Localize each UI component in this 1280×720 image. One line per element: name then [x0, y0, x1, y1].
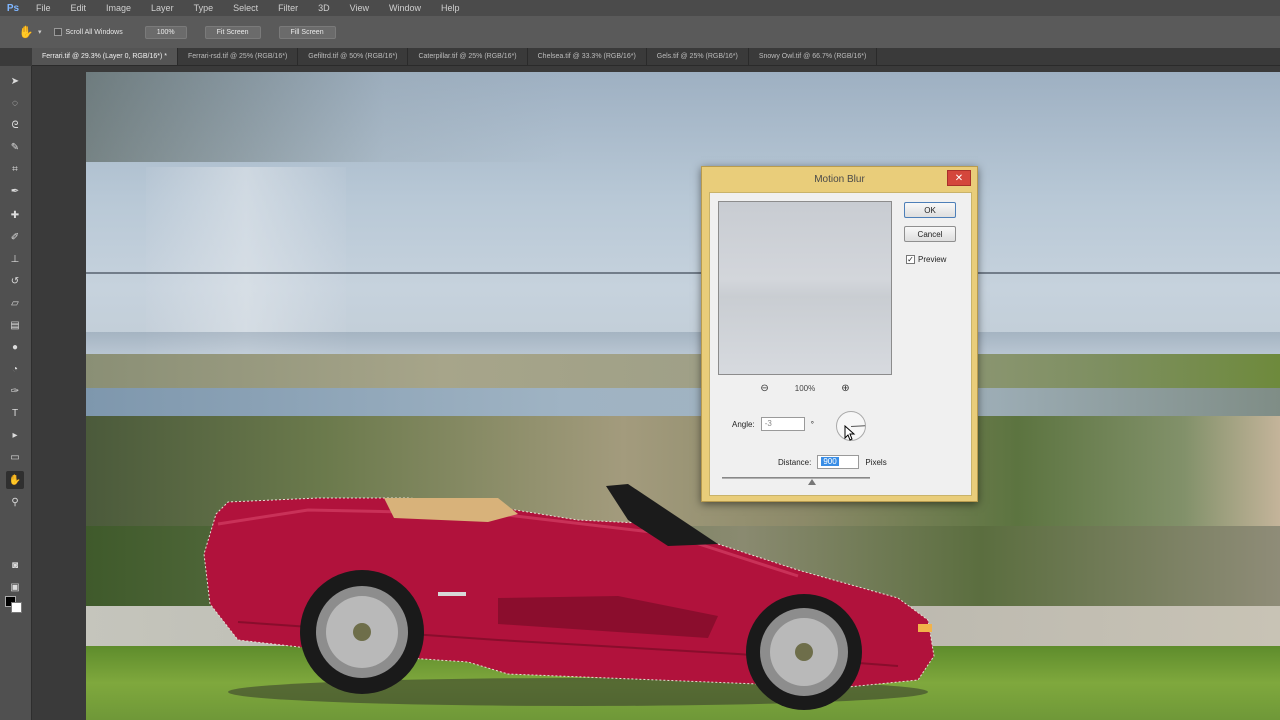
options-bar: ✋ ▾ Scroll All Windows 100% Fit Screen F…: [0, 16, 1280, 48]
distance-input[interactable]: 900: [817, 455, 860, 469]
path-select-tool-icon[interactable]: ▸: [6, 426, 24, 444]
zoom-tool-icon[interactable]: ⚲: [6, 493, 24, 511]
scroll-all-windows-checkbox[interactable]: Scroll All Windows: [53, 28, 123, 36]
zoom-100-button[interactable]: 100%: [144, 25, 187, 39]
document-tabs: Ferrari.tif @ 29.3% (Layer 0, RGB/16*) *…: [32, 48, 1280, 66]
photoshop-logo: Ps: [6, 2, 20, 14]
distance-label: Distance:: [778, 457, 812, 467]
menu-file[interactable]: File: [26, 0, 61, 16]
zoom-out-icon[interactable]: ⊖: [760, 383, 768, 394]
tab-gefiltrd[interactable]: Gefiltrd.tif @ 50% (RGB/16*): [298, 48, 409, 65]
menu-view[interactable]: View: [340, 0, 379, 16]
filter-preview[interactable]: [718, 201, 892, 375]
shape-tool-icon[interactable]: ▭: [6, 448, 24, 466]
document-canvas[interactable]: [32, 66, 1280, 720]
dialog-titlebar[interactable]: Motion Blur ✕: [702, 167, 977, 191]
ok-button[interactable]: OK: [904, 202, 956, 218]
tool-preset-dropdown-icon[interactable]: ▾: [38, 28, 42, 36]
distance-value: 900: [821, 457, 839, 466]
quick-mask-icon[interactable]: ◙: [6, 556, 24, 574]
dodge-tool-icon[interactable]: ◔: [6, 360, 24, 378]
motion-blur-dialog: Motion Blur ✕ ⊖ 100% ⊕ OK Cancel ✓ Previ…: [701, 166, 978, 502]
healing-brush-tool-icon[interactable]: ✚: [6, 206, 24, 224]
tab-gels[interactable]: Gels.tif @ 25% (RGB/16*): [647, 48, 749, 65]
tab-ferrari[interactable]: Ferrari.tif @ 29.3% (Layer 0, RGB/16*) *: [32, 48, 178, 65]
menu-help[interactable]: Help: [431, 0, 470, 16]
pen-tool-icon[interactable]: ✑: [6, 382, 24, 400]
angle-label: Angle:: [732, 419, 755, 429]
gradient-tool-icon[interactable]: ▤: [6, 316, 24, 334]
distance-slider[interactable]: [722, 477, 870, 479]
distance-row: Distance: 900 Pixels: [778, 455, 887, 469]
fill-screen-button[interactable]: Fill Screen: [278, 25, 336, 39]
cancel-button[interactable]: Cancel: [904, 226, 956, 242]
menu-filter[interactable]: Filter: [268, 0, 308, 16]
red-ferrari-car: [203, 484, 935, 710]
blurred-shoreline: [86, 354, 1280, 390]
menu-edit[interactable]: Edit: [61, 0, 97, 16]
distance-unit: Pixels: [865, 457, 887, 467]
scroll-all-windows-label: Scroll All Windows: [65, 28, 123, 36]
degree-symbol: °: [810, 419, 814, 429]
move-tool-icon[interactable]: ➤: [6, 72, 24, 90]
checkmark-icon[interactable]: ✓: [906, 255, 915, 264]
tab-snowy-owl[interactable]: Snowy Owl.tif @ 66.7% (RGB/16*): [749, 48, 878, 65]
rear-wheel: [300, 570, 424, 694]
zoom-in-icon[interactable]: ⊕: [841, 383, 849, 394]
menu-layer[interactable]: Layer: [141, 0, 184, 16]
blur-tool-icon[interactable]: ●: [6, 338, 24, 356]
tools-panel: ➤ ◌ ᘓ ✎ ⌗ ✒ ✚ ✐ ⊥ ↺ ▱ ▤ ● ◔ ✑ T ▸ ▭ ✋ ⚲ …: [0, 66, 32, 720]
brush-tool-icon[interactable]: ✐: [6, 228, 24, 246]
preview-zoom-controls: ⊖ 100% ⊕: [718, 381, 892, 395]
tab-caterpillar[interactable]: Caterpillar.tif @ 25% (RGB/16*): [408, 48, 528, 65]
angle-row: Angle: -3 °: [732, 417, 814, 431]
menu-type[interactable]: Type: [184, 0, 224, 16]
quick-select-tool-icon[interactable]: ✎: [6, 138, 24, 156]
preview-zoom-level: 100%: [794, 383, 816, 393]
marquee-tool-icon[interactable]: ◌: [6, 94, 24, 112]
menu-3d[interactable]: 3D: [308, 0, 340, 16]
eraser-tool-icon[interactable]: ▱: [6, 294, 24, 312]
menu-image[interactable]: Image: [96, 0, 141, 16]
menu-bar: Ps File Edit Image Layer Type Select Fil…: [0, 0, 1280, 16]
blurred-water: [86, 332, 1280, 354]
preview-checkbox[interactable]: ✓ Preview: [906, 255, 946, 264]
history-brush-tool-icon[interactable]: ↺: [6, 272, 24, 290]
mouse-cursor-icon: [844, 425, 856, 441]
menu-window[interactable]: Window: [379, 0, 431, 16]
crop-tool-icon[interactable]: ⌗: [6, 160, 24, 178]
menu-select[interactable]: Select: [223, 0, 268, 16]
lasso-tool-icon[interactable]: ᘓ: [6, 116, 24, 134]
screen-mode-icon[interactable]: ▣: [6, 578, 24, 596]
clone-stamp-tool-icon[interactable]: ⊥: [6, 250, 24, 268]
checkbox-box[interactable]: [53, 28, 62, 36]
blurred-bay: [86, 388, 1280, 416]
tab-chelsea[interactable]: Chelsea.tif @ 33.3% (RGB/16*): [528, 48, 647, 65]
type-tool-icon[interactable]: T: [6, 404, 24, 422]
distance-slider-thumb[interactable]: [808, 479, 816, 485]
blurred-trees-top: [86, 72, 1280, 162]
eyedropper-tool-icon[interactable]: ✒: [6, 182, 24, 200]
tab-ferrari-rsd[interactable]: Ferrari-rsd.tif @ 25% (RGB/16*): [178, 48, 299, 65]
angle-input[interactable]: -3: [760, 417, 805, 431]
hand-tool-icon[interactable]: ✋: [14, 22, 38, 42]
background-color-swatch[interactable]: [11, 602, 22, 613]
power-line: [86, 272, 1280, 274]
close-button[interactable]: ✕: [947, 170, 971, 186]
hand-tool-icon[interactable]: ✋: [6, 471, 24, 489]
dialog-body: ⊖ 100% ⊕ OK Cancel ✓ Preview Angle: -3 °: [709, 192, 972, 496]
photoshop-window: Ps File Edit Image Layer Type Select Fil…: [0, 0, 1280, 720]
fit-screen-button[interactable]: Fit Screen: [204, 25, 261, 39]
dialog-title: Motion Blur: [814, 173, 865, 185]
preview-label: Preview: [918, 255, 947, 264]
front-wheel: [746, 594, 862, 710]
